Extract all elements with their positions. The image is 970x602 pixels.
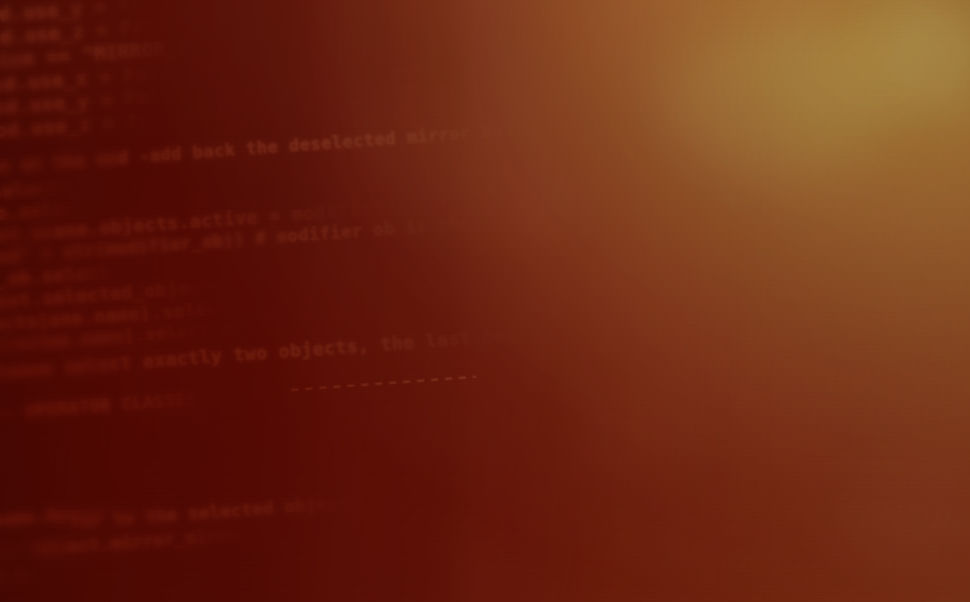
film-grain bbox=[0, 0, 970, 602]
photo-canvas: tion == "MIRROR_Y":rror_mod.use_x = Fals… bbox=[0, 0, 970, 602]
